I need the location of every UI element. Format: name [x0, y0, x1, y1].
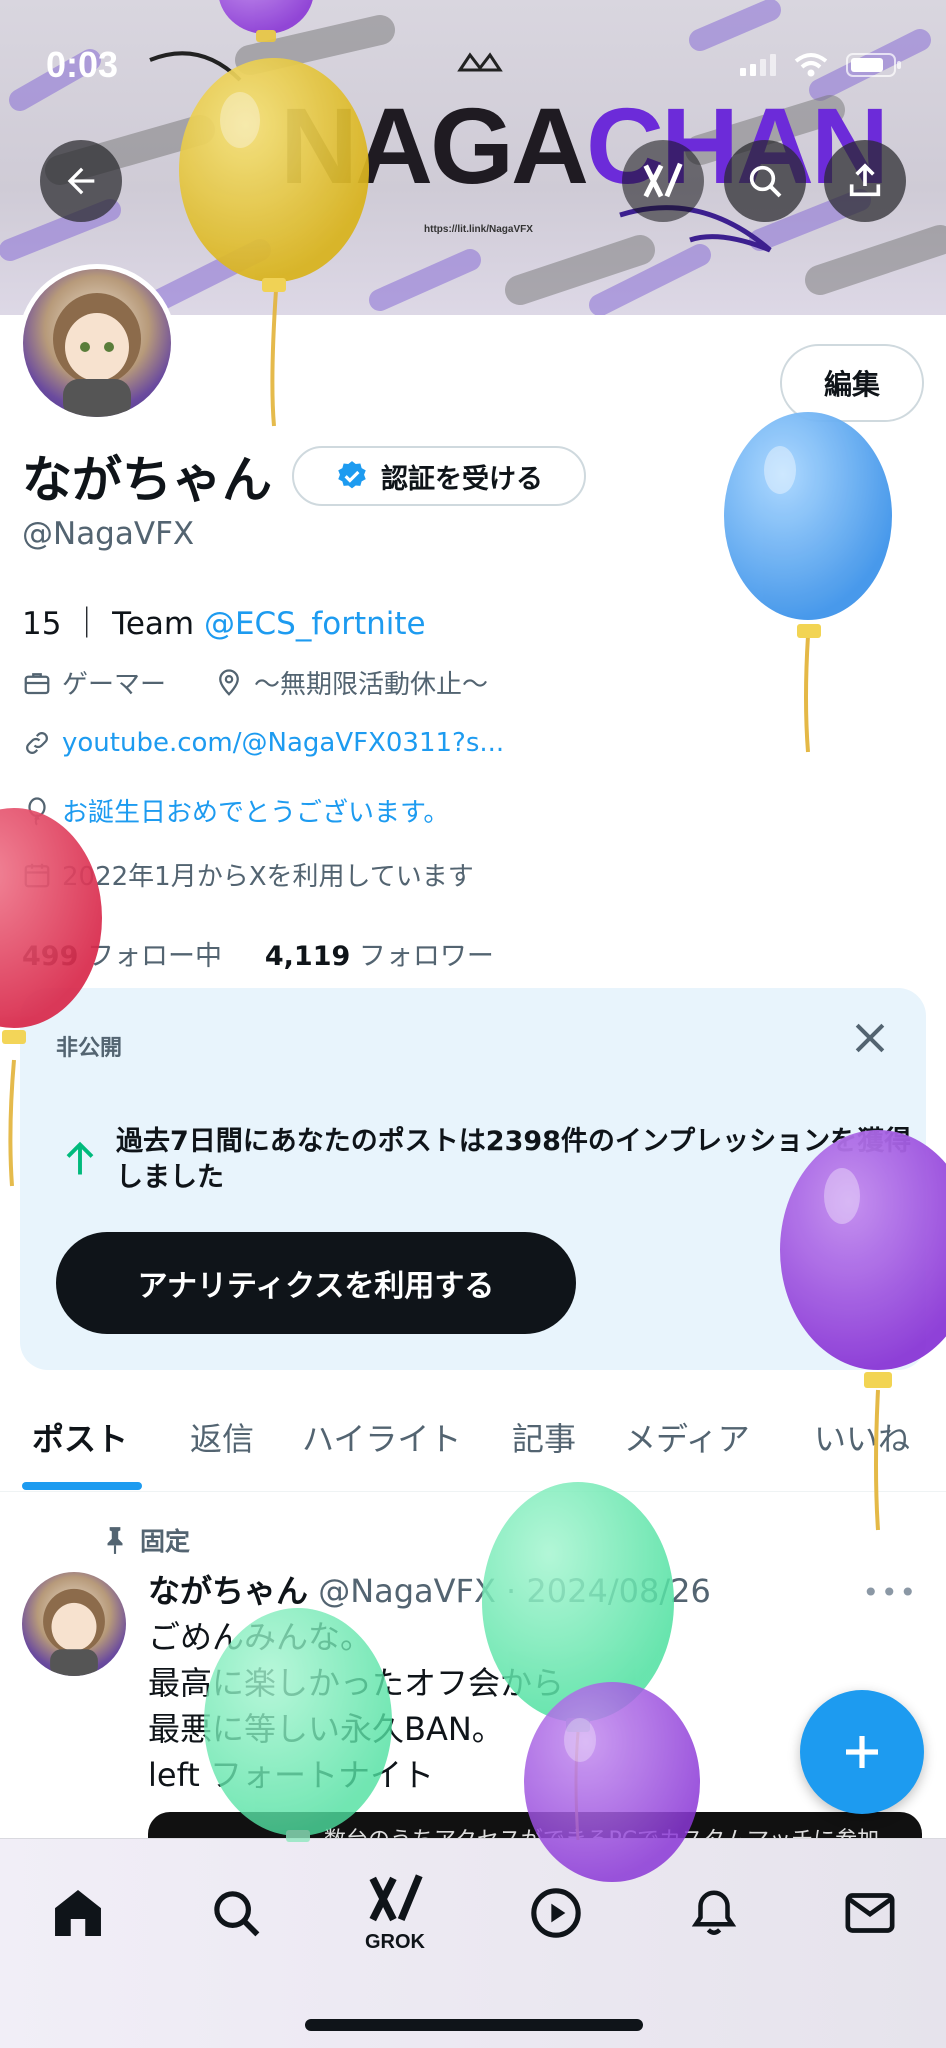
analytics-card-text: 過去7日間にあなたのポストは2398件のインプレッションを獲得しました [116, 1126, 912, 1193]
post-more-icon[interactable]: ••• [862, 1576, 918, 1609]
profile-meta-row: ゲーマー 〜無期限活動休止〜 [22, 664, 488, 701]
plus-icon [846, 1736, 878, 1768]
post-line: ごめんみんな。 [148, 1618, 373, 1656]
post-line: left フォートナイト [148, 1756, 435, 1794]
get-verified-button[interactable]: 認証を受ける [292, 446, 586, 506]
analytics-card-label: 非公開 [56, 1036, 123, 1061]
avatar-illustration [53, 293, 141, 417]
profile-tabs: ポスト 返信 ハイライト 記事 メディア いいね [0, 1400, 946, 1492]
nav-notifications[interactable] [674, 1873, 754, 1953]
compose-post-button[interactable] [800, 1690, 924, 1814]
edit-profile-button[interactable]: 編集 [780, 344, 924, 422]
pin-icon [107, 1527, 123, 1554]
following-count: 499 [22, 941, 79, 972]
profile-location: 〜無期限活動休止〜 [254, 670, 489, 700]
nav-home[interactable] [38, 1873, 118, 1953]
post-avatar-illustration [43, 1588, 105, 1676]
active-tab-indicator [22, 1482, 142, 1490]
wifi-icon [794, 53, 828, 77]
post-line: 最高に楽しかったオフ会から [148, 1664, 565, 1702]
search-icon [749, 165, 782, 198]
close-icon[interactable] [848, 1016, 892, 1060]
profile-handle: @NagaVFX [22, 516, 195, 552]
tab-articles[interactable]: 記事 [512, 1414, 576, 1460]
calendar-icon [24, 863, 50, 887]
messages-icon [845, 1893, 895, 1933]
grok-banner-button[interactable] [622, 140, 704, 222]
balloon-icon [28, 796, 46, 825]
share-icon [849, 163, 881, 197]
avatar-image [23, 269, 171, 417]
profile-website-row: youtube.com/@NagaVFX0311?s... [22, 728, 504, 758]
grok-icon [643, 162, 683, 198]
status-time: 0:03 [46, 44, 119, 85]
followers-count: 4,119 [264, 941, 351, 972]
tab-posts[interactable]: ポスト [32, 1414, 128, 1460]
nav-video[interactable] [516, 1873, 596, 1953]
video-icon [531, 1888, 581, 1938]
profile-birthday-row: お誕生日おめでとうございます。 [22, 792, 449, 829]
home-icon [55, 1890, 101, 1936]
profile-joined-row: 2022年1月からXを利用しています [22, 856, 474, 893]
grok-label: GROK [365, 1931, 425, 1953]
pinned-label: 固定 [140, 1527, 191, 1556]
followers-link[interactable]: 4,119 フォロワー [265, 941, 494, 972]
location-pin-icon [219, 668, 239, 696]
follow-stats: 499 フォロー中 4,119 フォロワー [22, 934, 494, 973]
post-author-name[interactable]: ながちゃん [148, 1572, 308, 1610]
back-arrow-icon [67, 167, 95, 195]
notifications-icon [691, 1890, 737, 1935]
status-icons [740, 52, 902, 78]
profile-website-link[interactable]: youtube.com/@NagaVFX0311?s... [62, 728, 504, 758]
post-body: ごめんみんな。 最高に楽しかったオフ会から 最悪に等しい永久BAN。 left … [148, 1614, 564, 1798]
profile-banner[interactable]: NAGACHAN https://lit.link/NagaVFX [0, 0, 946, 315]
search-button[interactable] [724, 140, 806, 222]
pinned-indicator: 固定 [102, 1522, 190, 1558]
post-author-avatar[interactable] [22, 1572, 126, 1676]
banner-url: https://lit.link/NagaVFX [424, 224, 533, 235]
nav-grok[interactable] [356, 1859, 436, 1939]
following-link[interactable]: 499 フォロー中 [22, 941, 222, 972]
use-analytics-button[interactable]: アナリティクスを利用する [56, 1232, 576, 1334]
share-button[interactable] [824, 140, 906, 222]
bottom-navigation: GROK [0, 1838, 946, 2048]
profile-joined-date: 2022年1月からXを利用しています [62, 862, 474, 892]
post-header: ながちゃん @NagaVFX · 2024/08/26 [148, 1566, 711, 1612]
arrow-up-icon [66, 1141, 94, 1175]
link-icon [26, 732, 48, 754]
analytics-card: 非公開 過去7日間にあなたのポストは2398件のインプレッションを獲得しました … [20, 988, 926, 1370]
battery-icon [846, 53, 901, 77]
briefcase-icon [24, 672, 50, 694]
following-label: フォロー中 [86, 941, 222, 972]
bio-text: 15 ｜ Team [22, 606, 204, 642]
followers-label: フォロワー [358, 941, 494, 972]
tab-media[interactable]: メディア [624, 1414, 750, 1460]
banner-logo-part1: NAGA [280, 85, 589, 206]
profile-avatar[interactable] [18, 264, 176, 422]
signal-icon [740, 54, 776, 76]
tab-replies[interactable]: 返信 [190, 1414, 254, 1460]
back-button[interactable] [40, 140, 122, 222]
balloon-blue [724, 412, 892, 753]
display-name: ながちゃん [22, 451, 272, 509]
profile-bio: 15 ｜ Team @ECS_fortnite [22, 598, 426, 643]
home-indicator [305, 2019, 643, 2031]
tab-likes[interactable]: いいね [814, 1414, 910, 1460]
tab-highlights[interactable]: ハイライト [302, 1414, 461, 1460]
get-verified-label: 認証を受ける [381, 463, 543, 495]
profile-birthday[interactable]: お誕生日おめでとうございます。 [62, 792, 449, 829]
grok-icon [369, 1874, 423, 1922]
post-line: 最悪に等しい永久BAN。 [148, 1710, 504, 1748]
post-meta: @NagaVFX · 2024/08/26 [318, 1572, 711, 1610]
nav-search[interactable] [196, 1873, 276, 1953]
verified-badge-icon [338, 461, 366, 489]
profile-category: ゲーマー [62, 670, 167, 700]
bio-mention-link[interactable]: @ECS_fortnite [204, 606, 426, 642]
nav-messages[interactable] [830, 1873, 910, 1953]
search-icon [214, 1891, 260, 1937]
